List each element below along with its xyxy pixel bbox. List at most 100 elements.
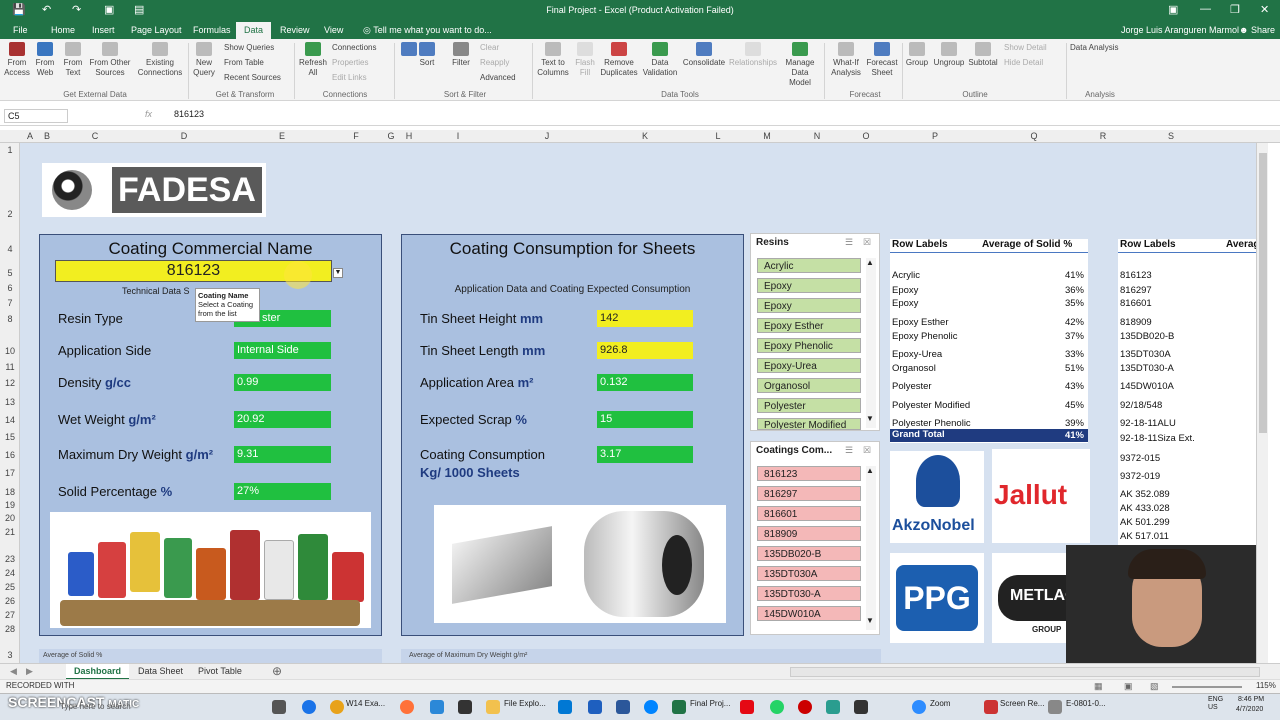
slicer-item[interactable]: Acrylic [757, 258, 861, 273]
column-header[interactable]: P [890, 131, 980, 141]
tab-data[interactable]: Data [236, 22, 272, 39]
chevron-up-icon[interactable]: ▲ [866, 258, 874, 267]
column-header[interactable]: E [234, 131, 330, 141]
from-access-button[interactable]: From Access [4, 42, 30, 78]
column-header[interactable]: A [22, 131, 38, 141]
tab-formulas[interactable]: Formulas [190, 24, 234, 36]
what-if-analysis-button[interactable]: What-If Analysis [828, 42, 864, 78]
expected-scrap-input[interactable]: 15 [597, 411, 693, 428]
tab-insert[interactable]: Insert [89, 24, 118, 36]
slicer-item[interactable]: 816297 [757, 486, 861, 501]
row-header[interactable]: 5 [0, 268, 20, 278]
existing-connections-button[interactable]: Existing Connections [136, 42, 184, 78]
column-header[interactable]: F [330, 131, 382, 141]
slicer-item[interactable]: Epoxy Phenolic [757, 338, 861, 353]
column-header[interactable]: O [842, 131, 890, 141]
app-icon[interactable] [1048, 700, 1062, 714]
slicer-item[interactable]: Epoxy Esther [757, 318, 861, 333]
clock-time[interactable]: 8:46 PM [1238, 696, 1264, 703]
column-header[interactable]: H [400, 131, 418, 141]
chrome-icon[interactable] [330, 700, 344, 714]
edit-links-button[interactable]: Edit Links [332, 73, 367, 82]
account-name[interactable]: Jorge Luis Aranguren Marmol [1118, 24, 1242, 36]
clear-filter-icon[interactable]: ☒ [863, 445, 871, 456]
show-queries-button[interactable]: Show Queries [224, 43, 274, 52]
pivot-row-labels-header[interactable]: Row Labels [890, 239, 980, 253]
slicer-scrollbar[interactable]: ▲ ▼ [866, 466, 876, 630]
row-header[interactable]: 19 [0, 500, 20, 510]
row-header[interactable]: 3 [0, 650, 20, 660]
scroll-thumb[interactable] [1259, 153, 1267, 433]
app-icon[interactable] [458, 700, 472, 714]
refresh-all-button[interactable]: Refresh All [298, 42, 328, 78]
sheet-tab-dashboard[interactable]: Dashboard [66, 664, 130, 680]
from-table-button[interactable]: From Table [224, 58, 264, 67]
column-header[interactable]: Q [980, 131, 1088, 141]
netflix-icon[interactable] [740, 700, 754, 714]
clear-filter-icon[interactable]: ☒ [863, 237, 871, 248]
sheet-tab-data-sheet[interactable]: Data Sheet [130, 664, 191, 680]
insert-function-button[interactable]: fx [145, 109, 152, 119]
clear-button[interactable]: Clear [480, 43, 499, 52]
slicer-item[interactable]: 135DB020-B [757, 546, 861, 561]
worksheet-grid[interactable]: FADESA Coating Commercial Name 816123 ▼ … [20, 143, 1268, 663]
column-header[interactable]: J [498, 131, 596, 141]
relationships-button[interactable]: Relationships [728, 42, 778, 68]
column-header[interactable]: M [742, 131, 792, 141]
app-icon[interactable] [854, 700, 868, 714]
ribbon-options-icon[interactable]: ▣ [1168, 3, 1178, 16]
app-icon[interactable] [826, 700, 840, 714]
connections-button[interactable]: Connections [332, 43, 376, 52]
row-header[interactable]: 11 [0, 362, 20, 372]
column-header[interactable]: B [38, 131, 56, 141]
column-header[interactable]: N [792, 131, 842, 141]
reapply-button[interactable]: Reapply [480, 58, 509, 67]
screen-recorder-icon[interactable] [984, 700, 998, 714]
group-button[interactable]: Group [904, 42, 930, 68]
column-header[interactable]: L [694, 131, 742, 141]
row-header[interactable]: 1 [0, 145, 20, 155]
column-header[interactable]: C [56, 131, 134, 141]
row-header[interactable]: 21 [0, 527, 20, 537]
tab-page-layout[interactable]: Page Layout [128, 24, 185, 36]
formula-input[interactable]: 816123 [174, 109, 204, 119]
tin-sheet-length-input[interactable]: 926.8 [597, 342, 693, 359]
row-header[interactable]: 7 [0, 298, 20, 308]
word-icon[interactable] [616, 700, 630, 714]
multi-select-icon[interactable]: ☰ [845, 445, 853, 456]
slicer-item[interactable]: Epoxy [757, 278, 861, 293]
tell-me-search[interactable]: ◎ Tell me what you want to do... [360, 24, 495, 37]
from-other-sources-button[interactable]: From Other Sources [88, 42, 132, 78]
language-indicator[interactable]: ENG US [1208, 696, 1223, 712]
row-header[interactable]: 6 [0, 283, 20, 293]
tab-view[interactable]: View [321, 24, 346, 36]
hide-detail-button[interactable]: Hide Detail [1004, 58, 1043, 67]
row-header[interactable]: 14 [0, 415, 20, 425]
zoom-level[interactable]: 115% [1256, 681, 1276, 690]
forecast-sheet-button[interactable]: Forecast Sheet [866, 42, 898, 78]
share-button[interactable]: ☻ Share [1236, 24, 1278, 36]
taskbar-item[interactable]: File Explo... [504, 699, 546, 708]
recorder-icon[interactable] [798, 700, 812, 714]
scroll-right-icon[interactable]: ▶ [26, 666, 33, 677]
data-analysis-button[interactable]: Data Analysis [1070, 43, 1118, 52]
minimize-icon[interactable]: — [1200, 3, 1211, 15]
row-header[interactable]: 26 [0, 596, 20, 606]
name-box[interactable]: C5 [4, 109, 68, 123]
row-header[interactable]: 17 [0, 468, 20, 478]
row-header[interactable]: 8 [0, 314, 20, 324]
clock-date[interactable]: 4/7/2020 [1236, 706, 1263, 713]
consolidate-button[interactable]: Consolidate [682, 42, 726, 68]
row-header[interactable]: 18 [0, 487, 20, 497]
show-detail-button[interactable]: Show Detail [1004, 43, 1047, 52]
firefox-icon[interactable] [400, 700, 414, 714]
recent-sources-button[interactable]: Recent Sources [224, 73, 281, 82]
slicer-item[interactable]: Organosol [757, 378, 861, 393]
row-header[interactable]: 28 [0, 624, 20, 634]
chevron-down-icon[interactable]: ▼ [866, 414, 874, 423]
column-header[interactable]: G [382, 131, 400, 141]
multi-select-icon[interactable]: ☰ [845, 237, 853, 248]
excel-icon[interactable] [672, 700, 686, 714]
column-header[interactable]: K [596, 131, 694, 141]
chevron-down-icon[interactable]: ▼ [866, 616, 874, 625]
